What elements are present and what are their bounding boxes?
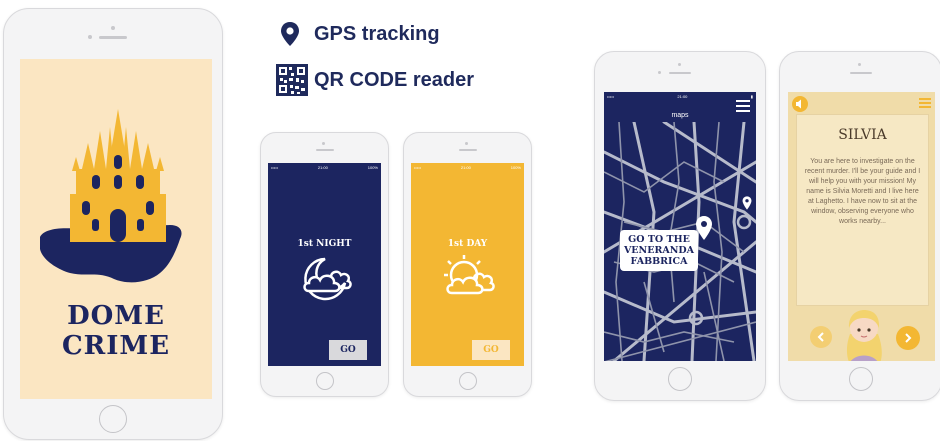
signal-indicator: ••••• [271,164,279,170]
night-title: 1st NIGHT [268,239,381,249]
status-bar: ••••• 21:00 100% [268,163,381,171]
location-pin-icon [281,22,299,46]
previous-button[interactable] [810,326,832,348]
character-name: SILVIA [838,127,887,143]
chevron-right-icon [905,333,912,343]
phone-day: ••••• 21:00 100% 1st DAY GO [403,132,532,397]
status-bar: ••••• 21:00 100% [411,163,524,171]
moon-cloud-icon [303,257,352,301]
phone-story: SILVIA You are here to investigate on th… [779,51,940,401]
map-screen: ••••• 21:00 ▮ maps GO TO THE VENERANDA F… [604,92,756,361]
front-camera [678,63,681,66]
front-camera [465,142,468,145]
speaker [315,149,334,151]
phone-splash: DOME CRIME [3,8,223,440]
next-button[interactable] [896,326,920,350]
day-go-button[interactable]: GO [472,340,510,360]
speaker-icon[interactable] [792,96,808,112]
battery-indicator: 100% [510,164,521,170]
home-button[interactable] [315,372,334,390]
home-button[interactable] [848,367,873,391]
front-camera [322,142,325,145]
menu-icon[interactable] [919,98,931,108]
phone-map: ••••• 21:00 ▮ maps GO TO THE VENERANDA F… [594,51,766,401]
feature-gps: GPS tracking [280,22,440,46]
status-time: 21:00 [317,164,328,170]
feature-qr-label: QR CODE reader [314,68,475,91]
qr-code-icon [276,64,308,96]
day-screen: ••••• 21:00 100% 1st DAY GO [411,163,524,366]
status-time: 21:00 [460,164,471,170]
day-title-word: DAY [466,239,488,249]
chevron-left-icon [817,332,824,342]
day-title: 1st DAY [411,239,524,249]
map-header: maps [671,112,689,119]
night-screen: ••••• 21:00 100% 1st NIGHT GO [268,163,381,366]
night-title-prefix: 1st [297,239,314,249]
speaker [669,72,691,74]
night-go-label: GO [340,345,356,355]
menu-icon[interactable] [736,100,750,112]
splash-screen: DOME CRIME [20,59,212,399]
character-portrait [846,310,882,361]
feature-gps-label: GPS tracking [314,22,440,45]
status-time: 21:00 [677,93,688,99]
home-button[interactable] [99,405,127,433]
day-title-prefix: 1st [447,239,464,249]
sun-cloud-icon [444,255,495,295]
story-text: You are here to investigate on the recen… [804,158,921,225]
night-go-button[interactable]: GO [329,340,367,360]
signal-indicator: ••••• [607,93,615,99]
app-title: DOME CRIME [61,301,171,361]
destination-callout[interactable]: GO TO THE VENERANDA FABBRICA [620,230,698,271]
feature-qr: QR CODE reader [276,64,474,96]
battery-indicator: 100% [367,164,378,170]
status-bar: ••••• 21:00 ▮ [604,92,756,100]
parchment-card: SILVIA You are here to investigate on th… [796,114,929,306]
phone-night: ••••• 21:00 100% 1st NIGHT GO [260,132,389,397]
location-pin-small-icon[interactable] [742,196,752,210]
sensor [88,35,92,39]
story-screen: SILVIA You are here to investigate on th… [788,92,935,361]
speaker [99,36,127,39]
front-camera [111,26,115,30]
sensor [658,71,661,74]
battery-indicator: ▮ [750,93,753,99]
speaker [849,72,872,74]
home-button[interactable] [458,372,477,390]
front-camera [858,63,861,66]
callout-text: GO TO THE VENERANDA FABBRICA [623,234,695,267]
home-button[interactable] [668,367,692,391]
signal-indicator: ••••• [414,164,422,170]
day-go-label: GO [483,345,499,355]
speaker [458,149,477,151]
night-title-word: NIGHT [316,239,352,249]
